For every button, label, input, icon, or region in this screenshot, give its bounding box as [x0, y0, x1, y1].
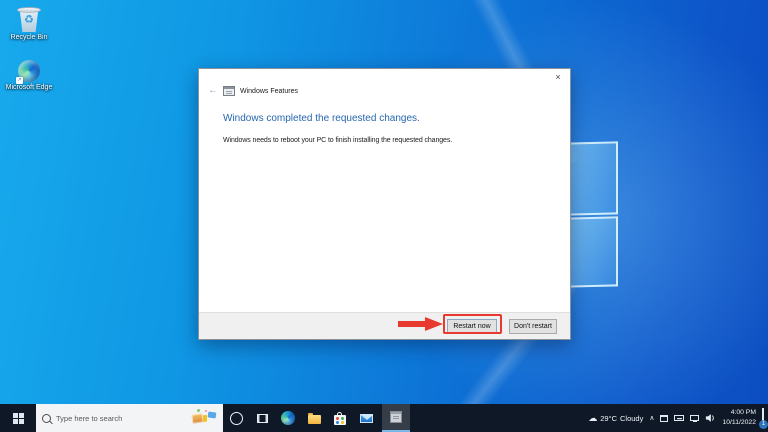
- desktop-icon-microsoft-edge[interactable]: ↗ Microsoft Edge: [2, 60, 56, 93]
- search-placeholder: Type here to search: [56, 413, 123, 423]
- edge-icon: ↗: [16, 60, 40, 84]
- recycle-bin-icon: ♻: [17, 6, 41, 32]
- windows-features-icon: [223, 86, 235, 96]
- network-icon[interactable]: [690, 415, 700, 422]
- system-tray: ☁ 29°C Cloudy ∧ 4:00 PM 10/11/2022 1: [588, 404, 768, 432]
- task-view-icon: [256, 413, 268, 423]
- windows-features-dialog: × ← Windows Features Windows completed t…: [198, 68, 571, 340]
- windows-logo-pane-bottom: [566, 216, 618, 288]
- close-icon[interactable]: ×: [551, 71, 565, 83]
- windows-logo-pane-top: [566, 141, 618, 216]
- taskbar-item-microsoft-edge[interactable]: [275, 404, 301, 432]
- search-highlights-icon: [191, 409, 217, 427]
- edge-icon: [281, 411, 295, 425]
- weather-widget[interactable]: ☁ 29°C Cloudy: [588, 412, 644, 423]
- screen: ♻ Recycle Bin ↗ Microsoft Edge × ← Windo…: [0, 0, 768, 432]
- weather-condition: Cloudy: [620, 413, 644, 423]
- dialog-title: Windows Features: [240, 87, 298, 95]
- shortcut-arrow-icon: ↗: [16, 77, 23, 84]
- taskbar-item-microsoft-store[interactable]: [327, 404, 353, 432]
- chevron-up-icon[interactable]: ∧: [649, 414, 654, 422]
- start-button[interactable]: [0, 404, 36, 432]
- search-icon: [42, 413, 51, 423]
- back-icon[interactable]: ←: [208, 86, 218, 96]
- cortana-icon: [229, 411, 243, 425]
- windows-logo-icon: [12, 412, 24, 424]
- keyboard-icon[interactable]: [674, 415, 685, 421]
- weather-temperature: 29°C: [600, 413, 617, 423]
- volume-icon[interactable]: [705, 413, 716, 423]
- window-tray-icon[interactable]: [660, 414, 669, 422]
- desktop-icon-label: Recycle Bin: [10, 34, 48, 41]
- desktop-icon-recycle-bin[interactable]: ♻ Recycle Bin: [2, 6, 56, 43]
- taskbar: Type here to search ☁ 29°C Cloudy ∧ 4:00…: [0, 404, 768, 432]
- taskbar-search-input[interactable]: Type here to search: [36, 404, 223, 432]
- dont-restart-button[interactable]: Don't restart: [509, 319, 557, 334]
- notification-badge: 1: [759, 420, 768, 429]
- dialog-body-text: Windows needs to reboot your PC to finis…: [223, 137, 453, 144]
- mail-icon: [359, 413, 373, 423]
- annotation-highlight-box: [443, 314, 502, 334]
- clock-time: 4:00 PM: [730, 409, 756, 417]
- windows-features-icon: [390, 411, 402, 423]
- action-center-button[interactable]: 1: [759, 408, 768, 429]
- taskbar-item-windows-features-active[interactable]: [382, 404, 410, 432]
- clock-date: 10/11/2022: [722, 419, 756, 426]
- microsoft-store-icon: [334, 411, 346, 425]
- file-explorer-icon: [307, 412, 321, 424]
- dialog-heading: Windows completed the requested changes.: [223, 113, 420, 124]
- cloud-icon: ☁: [588, 412, 598, 423]
- dialog-header: ← Windows Features: [208, 86, 298, 96]
- taskbar-clock[interactable]: 4:00 PM 10/11/2022: [722, 408, 756, 427]
- taskbar-item-task-view[interactable]: [249, 404, 275, 432]
- taskbar-item-cortana[interactable]: [223, 404, 249, 432]
- taskbar-item-mail[interactable]: [353, 404, 379, 432]
- annotation-arrow-icon: [398, 317, 443, 331]
- desktop-icon-label: Microsoft Edge: [5, 84, 53, 91]
- taskbar-item-file-explorer[interactable]: [301, 404, 327, 432]
